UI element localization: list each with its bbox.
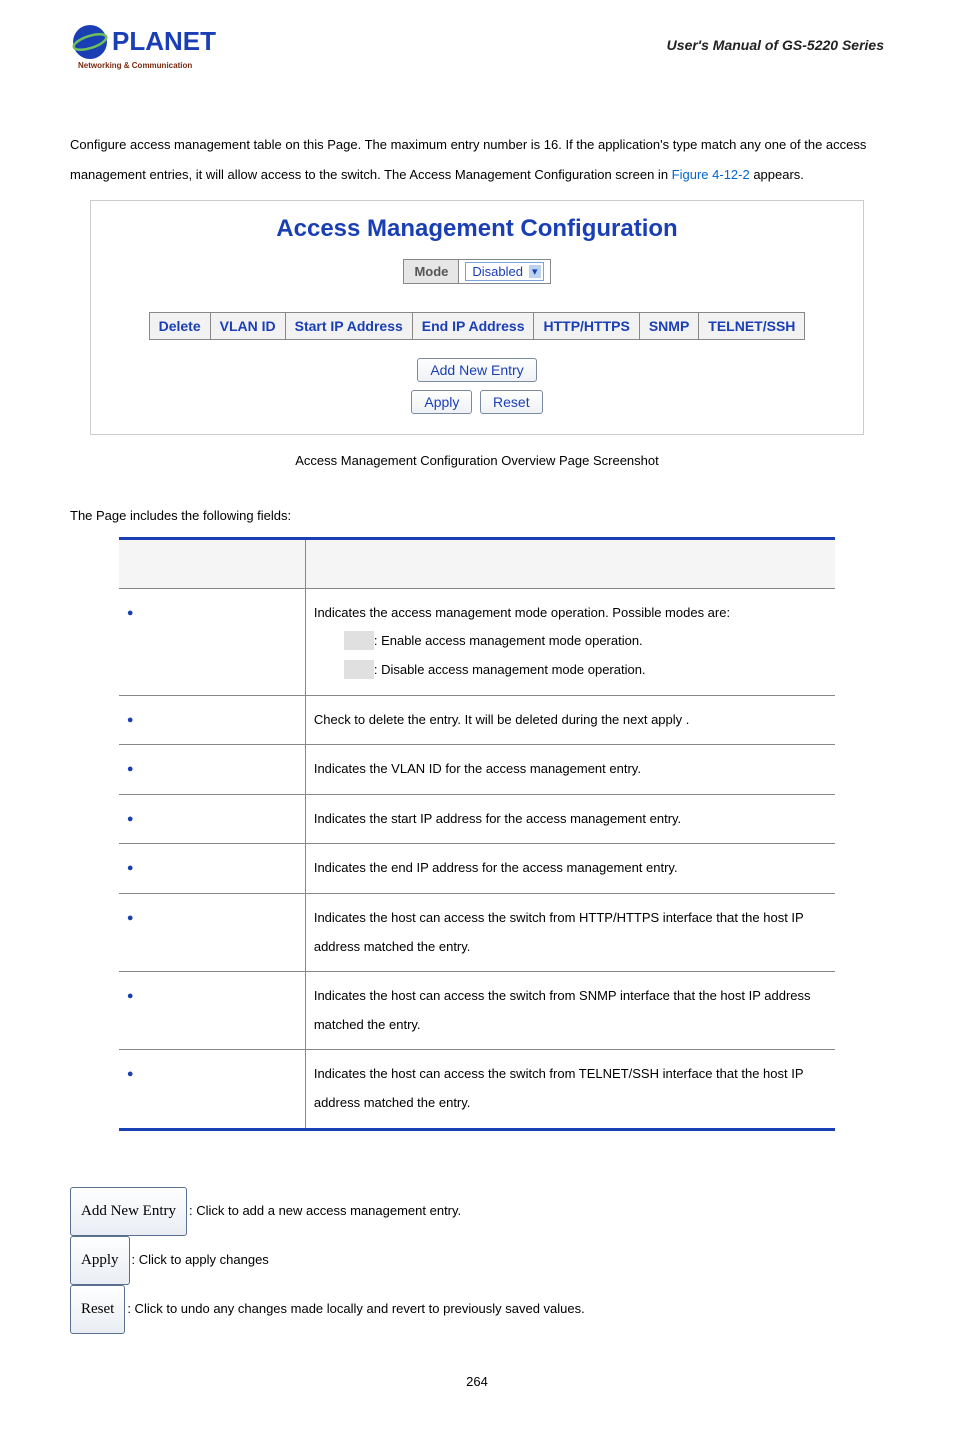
planet-logo: PLANET Networking & Communication xyxy=(70,20,240,70)
apply-button-inline[interactable]: Apply xyxy=(70,1236,130,1285)
figure-link[interactable]: Figure 4-12-2 xyxy=(672,167,750,182)
field-telnet-desc: Indicates the host can access the switch… xyxy=(305,1050,835,1129)
page-number: 264 xyxy=(70,1374,884,1389)
table-row: ● Indicates the host can access the swit… xyxy=(119,972,835,1050)
field-vlan-desc: Indicates the VLAN ID for the access man… xyxy=(305,745,835,795)
disabled-label xyxy=(344,660,374,679)
field-endip-desc: Indicates the end IP address for the acc… xyxy=(305,844,835,894)
col-vlan-id: VLAN ID xyxy=(210,312,285,339)
mode-label: Mode xyxy=(404,260,459,283)
field-http-desc: Indicates the host can access the switch… xyxy=(305,893,835,971)
field-delete-desc: Check to delete the entry. It will be de… xyxy=(305,695,835,745)
disabled-desc: : Disable access management mode operati… xyxy=(374,662,646,677)
field-mode-intro: Indicates the access management mode ope… xyxy=(314,605,730,620)
field-snmp-desc: Indicates the host can access the switch… xyxy=(305,972,835,1050)
col-snmp: SNMP xyxy=(639,312,698,339)
table-row: ● Indicates the VLAN ID for the access m… xyxy=(119,745,835,795)
table-row: ● Indicates the access management mode o… xyxy=(119,588,835,695)
bullet-icon: ● xyxy=(127,862,134,874)
intro-paragraph: Configure access management table on thi… xyxy=(70,130,884,190)
bullet-icon: ● xyxy=(127,912,134,924)
add-new-entry-button[interactable]: Add New Entry xyxy=(417,358,536,382)
reset-button-inline[interactable]: Reset xyxy=(70,1285,125,1334)
add-desc: : Click to add a new access management e… xyxy=(189,1202,461,1217)
screenshot-title: Access Management Configuration xyxy=(97,215,857,243)
col-delete: Delete xyxy=(149,312,210,339)
mode-row: Mode Disabled ▾ xyxy=(403,259,550,284)
enabled-desc: : Enable access management mode operatio… xyxy=(374,633,643,648)
table-row: ● Indicates the start IP address for the… xyxy=(119,794,835,844)
apply-button[interactable]: Apply xyxy=(411,390,472,414)
bullet-icon: ● xyxy=(127,763,134,775)
fields-table: ● Indicates the access management mode o… xyxy=(119,537,835,1131)
mode-select[interactable]: Disabled ▾ xyxy=(465,262,543,281)
table-row: ● Indicates the host can access the swit… xyxy=(119,893,835,971)
bullet-icon: ● xyxy=(127,714,134,726)
config-screenshot: Access Management Configuration Mode Dis… xyxy=(90,200,864,435)
intro-text-post: appears. xyxy=(750,167,804,182)
reset-button[interactable]: Reset xyxy=(480,390,543,414)
col-end-ip: End IP Address xyxy=(412,312,534,339)
access-table: Delete VLAN ID Start IP Address End IP A… xyxy=(149,312,806,340)
bullet-icon: ● xyxy=(127,1068,134,1080)
bullet-icon: ● xyxy=(127,607,134,619)
add-new-entry-button-inline[interactable]: Add New Entry xyxy=(70,1187,187,1236)
svg-text:Networking & Communication: Networking & Communication xyxy=(78,61,192,70)
table-row: ● Indicates the end IP address for the a… xyxy=(119,844,835,894)
manual-title: User's Manual of GS-5220 Series xyxy=(667,37,884,53)
enabled-label xyxy=(344,631,374,650)
chevron-down-icon: ▾ xyxy=(529,265,541,278)
table-row: ● Check to delete the entry. It will be … xyxy=(119,695,835,745)
col-start-ip: Start IP Address xyxy=(285,312,412,339)
field-startip-desc: Indicates the start IP address for the a… xyxy=(305,794,835,844)
mode-value: Disabled xyxy=(472,264,523,279)
bullet-icon: ● xyxy=(127,813,134,825)
button-descriptions: Add New Entry: Click to add a new access… xyxy=(70,1187,884,1334)
svg-text:PLANET: PLANET xyxy=(112,26,216,56)
fields-intro: The Page includes the following fields: xyxy=(70,508,884,523)
page-header: PLANET Networking & Communication User's… xyxy=(70,20,884,70)
bullet-icon: ● xyxy=(127,990,134,1002)
col-telnet-ssh: TELNET/SSH xyxy=(699,312,805,339)
table-row: ● Indicates the host can access the swit… xyxy=(119,1050,835,1129)
col-http-https: HTTP/HTTPS xyxy=(534,312,639,339)
reset-desc: : Click to undo any changes made locally… xyxy=(127,1300,584,1315)
apply-desc: : Click to apply changes xyxy=(132,1251,269,1266)
screenshot-caption: Access Management Configuration Overview… xyxy=(70,453,884,468)
